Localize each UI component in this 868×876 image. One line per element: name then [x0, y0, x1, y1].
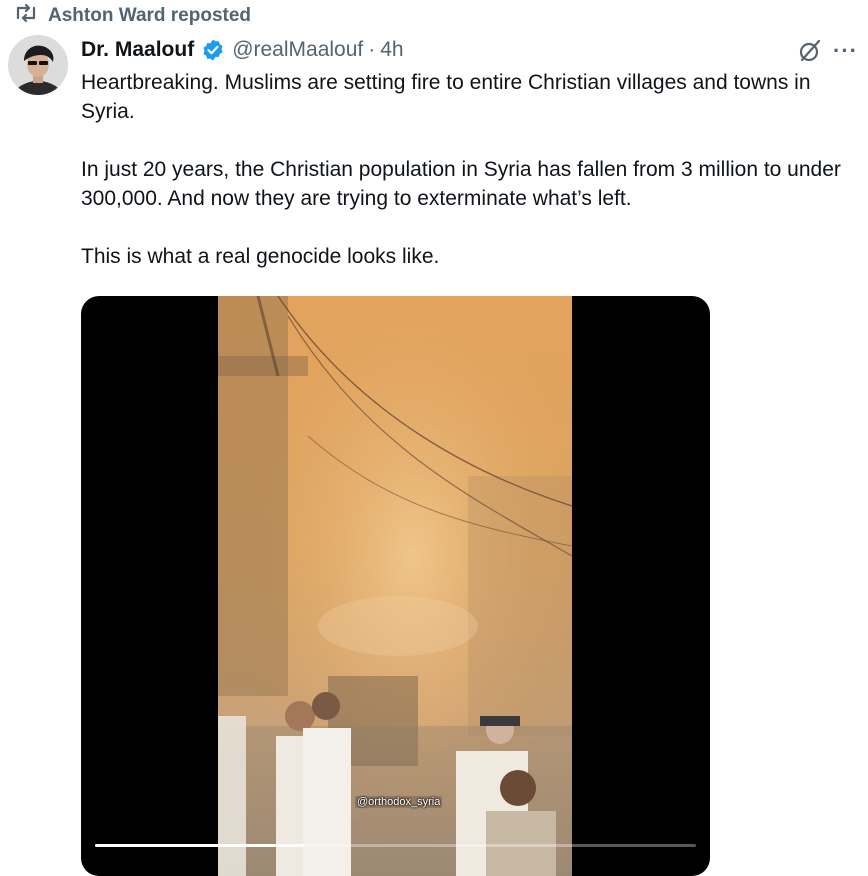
video-frame[interactable]: [218, 296, 572, 876]
tweet-paragraph: In just 20 years, the Christian populati…: [81, 158, 841, 210]
video-player[interactable]: @orthodox_syria: [81, 296, 710, 876]
tweet-paragraph: This is what a real genocide looks like.: [81, 245, 440, 268]
video-progress-bar[interactable]: [95, 844, 696, 847]
repost-indicator[interactable]: Ashton Ward reposted: [14, 3, 252, 29]
author-display-name[interactable]: Dr. Maalouf: [81, 38, 194, 62]
avatar[interactable]: [8, 35, 68, 95]
more-options-button[interactable]: ···: [833, 40, 858, 62]
repost-icon: [14, 3, 38, 29]
repost-label: Ashton Ward reposted: [48, 5, 252, 26]
tweet-timestamp[interactable]: 4h: [380, 38, 403, 62]
author-handle[interactable]: @realMaalouf: [232, 38, 363, 62]
tweet-header: Dr. Maalouf @realMaalouf · 4h: [81, 36, 404, 64]
video-progress-fill: [95, 844, 306, 847]
tweet-paragraph: Heartbreaking. Muslims are setting fire …: [81, 71, 811, 123]
video-watermark: @orthodox_syria: [355, 796, 443, 808]
tweet-actions-top: ···: [797, 36, 858, 66]
verified-badge-icon[interactable]: [201, 38, 225, 62]
separator-dot: ·: [368, 38, 376, 61]
grok-icon[interactable]: [797, 38, 823, 64]
tweet-text: Heartbreaking. Muslims are setting fire …: [81, 68, 863, 271]
